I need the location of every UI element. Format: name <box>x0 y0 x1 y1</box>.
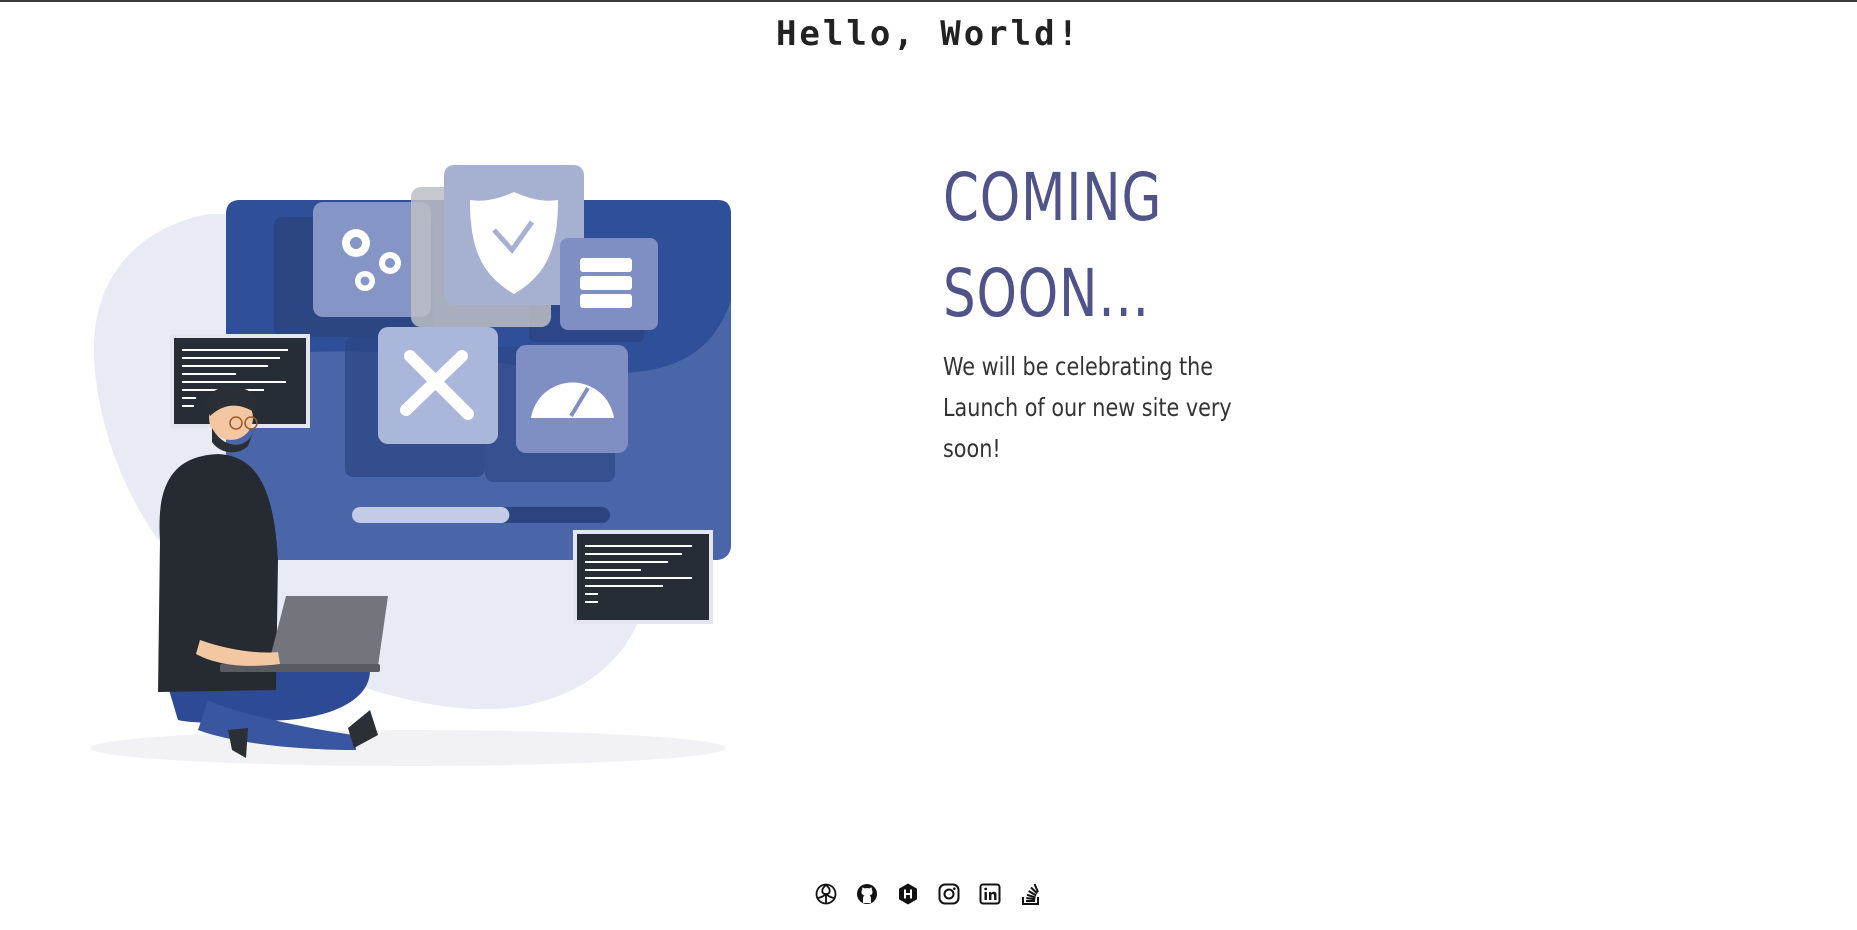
coming-soon-illustration <box>90 165 731 766</box>
hackerrank-link[interactable] <box>896 882 920 906</box>
instagram-icon <box>938 883 960 905</box>
social-links <box>0 882 1857 906</box>
site-title: Hello, World! <box>775 14 1082 54</box>
top-border <box>0 0 1857 2</box>
progress-fill <box>352 507 510 523</box>
openai-link[interactable] <box>814 882 838 906</box>
server-icon <box>580 258 632 308</box>
coming-soon-heading: COMING SOON... <box>943 150 1162 342</box>
coming-soon-heading-line1: COMING <box>943 159 1163 236</box>
openai-icon <box>815 883 837 905</box>
floor-shadow <box>90 730 726 766</box>
stackoverflow-link[interactable] <box>1019 882 1043 906</box>
github-link[interactable] <box>855 882 879 906</box>
linkedin-icon <box>979 883 1001 905</box>
coming-soon-heading-line2: SOON... <box>943 255 1150 332</box>
launch-message: We will be celebrating the Launch of our… <box>943 352 1232 463</box>
github-icon <box>857 884 877 904</box>
instagram-link[interactable] <box>937 882 961 906</box>
linkedin-link[interactable] <box>978 882 1002 906</box>
hackerrank-icon <box>899 883 917 905</box>
stackoverflow-icon <box>1022 883 1039 905</box>
